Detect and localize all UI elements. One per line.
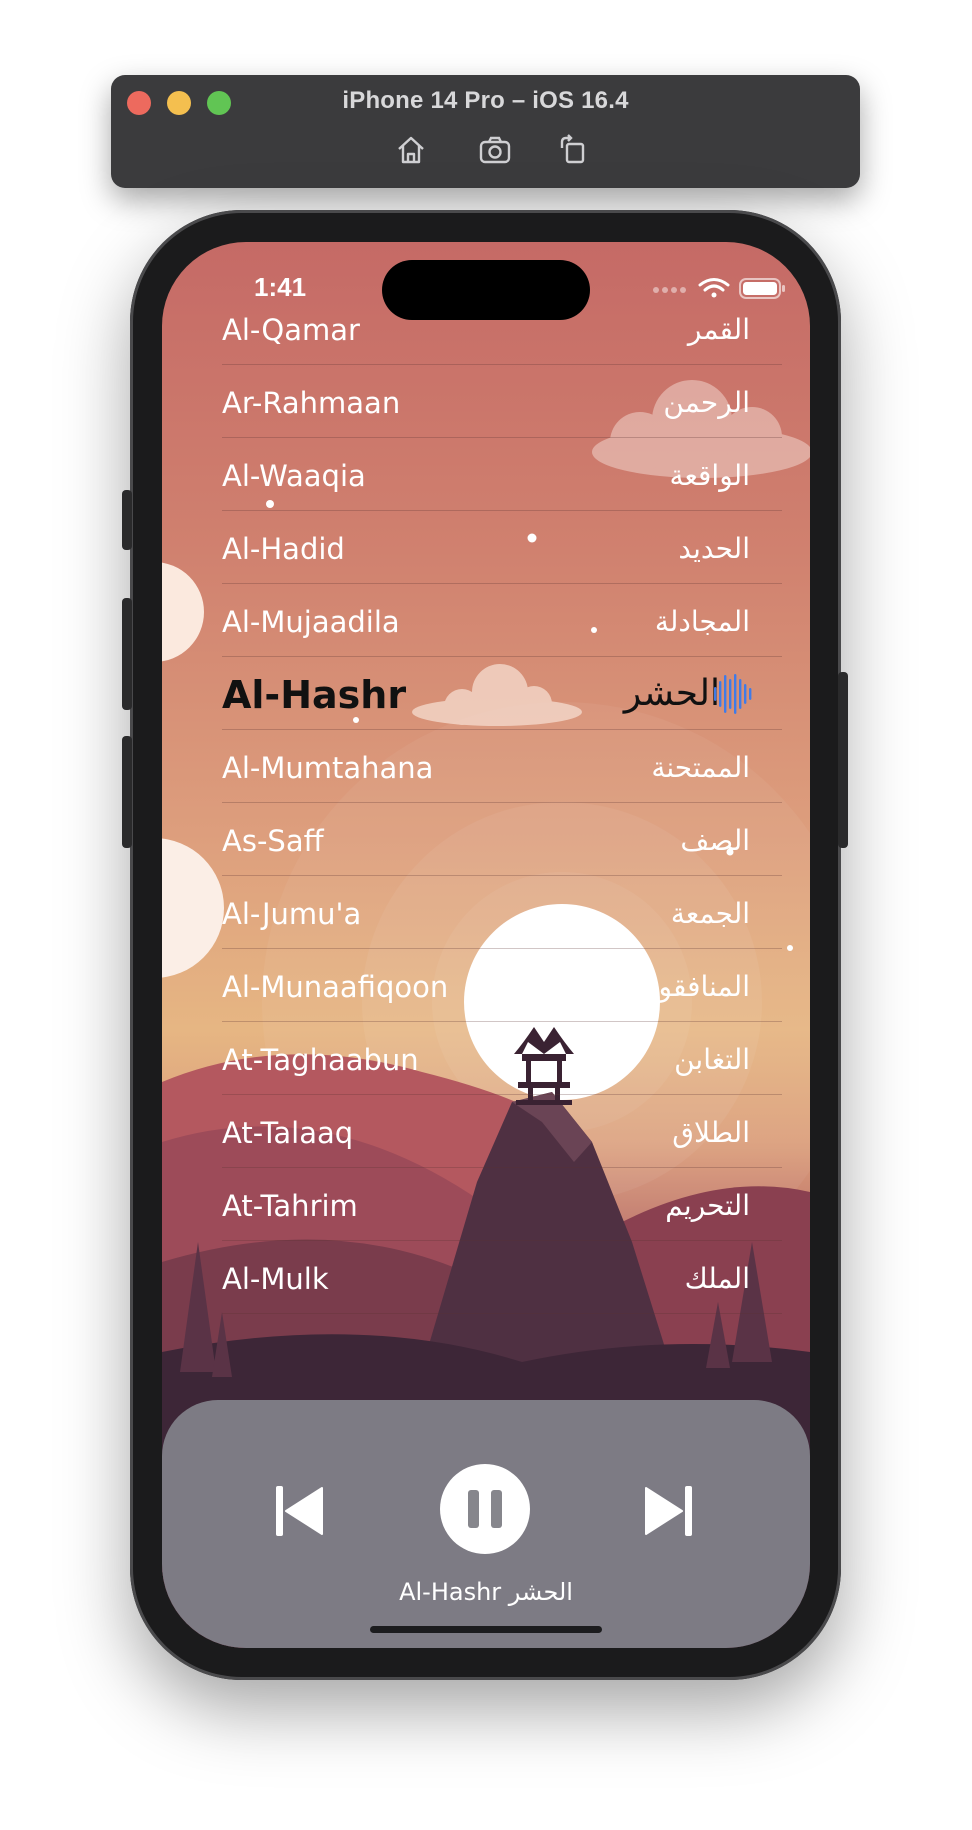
surah-row[interactable]: Al-Munaafiqoon المنافقون: [222, 949, 782, 1022]
next-icon[interactable]: [644, 1486, 694, 1536]
rotate-icon[interactable]: [556, 133, 590, 167]
home-indicator[interactable]: [370, 1626, 602, 1633]
now-playing-label: Al-Hashr الحشر: [399, 1578, 573, 1606]
audio-player: Al-Hashr الحشر: [162, 1400, 810, 1648]
surah-name-english: Ar-Rahmaan: [222, 386, 401, 420]
surah-row[interactable]: At-Tahrim التحريم: [222, 1168, 782, 1241]
power-button: [838, 672, 848, 848]
surah-name-arabic: الملك: [684, 1262, 750, 1295]
surah-name-english: At-Tahrim: [222, 1189, 358, 1223]
pause-icon: [468, 1490, 502, 1528]
screenshot-icon[interactable]: [478, 133, 512, 167]
surah-name-arabic: الحشر: [623, 673, 720, 714]
surah-name-english: Al-Hashr: [222, 673, 407, 717]
app-screen: 1:41 Al-Qamar القمر Ar-Rahmaan الرحمن Al-Waa…: [162, 242, 810, 1648]
surah-name-arabic: الرحمن: [663, 386, 750, 419]
surah-row[interactable]: Al-Qamar القمر: [222, 292, 782, 365]
surah-row[interactable]: Al-Hadid الحديد: [222, 511, 782, 584]
previous-icon[interactable]: [274, 1486, 324, 1536]
surah-row[interactable]: Al-Jumu'a الجمعة: [222, 876, 782, 949]
surah-name-arabic: الجمعة: [670, 897, 750, 930]
surah-row-active[interactable]: Al-Hashr الحشر: [222, 657, 782, 730]
surah-row[interactable]: As-Saff الصف: [222, 803, 782, 876]
surah-row[interactable]: Al-Mumtahana الممتحنة: [222, 730, 782, 803]
surah-name-english: Al-Mujaadila: [222, 605, 400, 639]
surah-name-english: Al-Waaqia: [222, 459, 366, 493]
surah-name-english: At-Taghaabun: [222, 1043, 419, 1077]
surah-row[interactable]: Al-Mujaadila المجادلة: [222, 584, 782, 657]
surah-list: Al-Qamar القمر Ar-Rahmaan الرحمن Al-Waaqia ال…: [222, 292, 782, 1314]
surah-name-english: Al-Mulk: [222, 1262, 329, 1296]
surah-row[interactable]: At-Talaaq الطلاق: [222, 1095, 782, 1168]
surah-name-arabic: الحديد: [678, 532, 750, 565]
surah-name-arabic: الطلاق: [672, 1116, 750, 1149]
surah-name-english: At-Talaaq: [222, 1116, 354, 1150]
surah-row[interactable]: Al-Waaqia الواقعة: [222, 438, 782, 511]
surah-name-arabic: القمر: [687, 313, 750, 346]
surah-name-english: Al-Munaafiqoon: [222, 970, 449, 1004]
pause-button[interactable]: [440, 1464, 530, 1554]
home-icon[interactable]: [394, 133, 428, 167]
surah-name-arabic: التحريم: [665, 1189, 750, 1222]
simulator-toolbar: iPhone 14 Pro – iOS 16.4: [111, 75, 860, 188]
surah-name-arabic: الممتحنة: [651, 751, 750, 784]
action-button: [122, 490, 132, 550]
waveform-icon: [714, 674, 752, 714]
surah-name-arabic: المنافقون: [637, 970, 750, 1003]
surah-name-english: Al-Jumu'a: [222, 897, 362, 931]
surah-row[interactable]: At-Taghaabun التغابن: [222, 1022, 782, 1095]
surah-row[interactable]: Al-Mulk الملك: [222, 1241, 782, 1314]
surah-name-english: Al-Mumtahana: [222, 751, 434, 785]
surah-name-arabic: الواقعة: [669, 459, 750, 492]
surah-name-arabic: التغابن: [674, 1043, 750, 1076]
volume-up-button: [122, 598, 132, 710]
surah-name-english: As-Saff: [222, 824, 324, 858]
surah-name-english: Al-Qamar: [222, 313, 360, 347]
surah-name-arabic: الصف: [680, 824, 750, 857]
volume-down-button: [122, 736, 132, 848]
surah-name-english: Al-Hadid: [222, 532, 345, 566]
simulator-title: iPhone 14 Pro – iOS 16.4: [342, 87, 629, 114]
surah-name-arabic: المجادلة: [654, 605, 750, 638]
surah-row[interactable]: Ar-Rahmaan الرحمن: [222, 365, 782, 438]
